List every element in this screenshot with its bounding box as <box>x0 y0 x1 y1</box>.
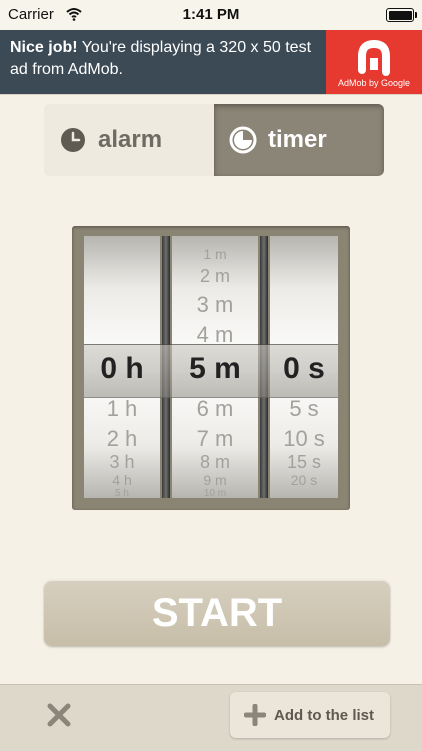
minutes-option[interactable]: 6 m <box>172 396 258 422</box>
minutes-option[interactable]: 3 m <box>172 292 258 318</box>
status-bar: Carrier 1:41 PM <box>0 0 422 30</box>
add-to-list-label: Add to the list <box>274 706 374 724</box>
start-button[interactable]: START <box>44 580 390 646</box>
minutes-option[interactable]: 10 m <box>172 488 258 498</box>
seconds-selected: 0 s <box>283 352 325 385</box>
plus-icon <box>243 703 267 727</box>
hours-option[interactable]: 3 h <box>84 452 160 473</box>
admob-logo-icon <box>358 39 390 76</box>
tab-timer-label: timer <box>268 126 327 153</box>
admob-logo-label: AdMob by Google <box>337 78 411 88</box>
wheel-divider <box>260 236 268 498</box>
timer-icon <box>228 125 258 155</box>
hours-option[interactable]: 5 h <box>84 488 160 498</box>
seconds-option[interactable]: 15 s <box>270 452 338 473</box>
hours-option[interactable]: 4 h <box>84 472 160 488</box>
ad-headline: Nice job! <box>10 39 78 56</box>
hours-option[interactable]: 2 h <box>84 426 160 452</box>
seconds-option[interactable]: 5 s <box>270 396 338 422</box>
hours-selected: 0 h <box>100 352 144 385</box>
close-icon[interactable] <box>46 702 72 728</box>
minutes-option[interactable]: 7 m <box>172 426 258 452</box>
tab-timer[interactable]: timer <box>214 104 384 176</box>
tab-alarm[interactable]: alarm <box>44 104 214 176</box>
admob-logo[interactable]: AdMob by Google <box>326 30 422 94</box>
add-to-list-button[interactable]: Add to the list <box>230 692 390 738</box>
minutes-option[interactable]: 9 m <box>172 472 258 488</box>
ad-banner[interactable]: Nice job! You're displaying a 320 x 50 t… <box>0 30 422 94</box>
duration-picker: 1 h 2 h 3 h 4 h 5 h 1 m 2 m 3 m 4 m 6 m … <box>72 226 350 510</box>
battery-icon <box>386 8 417 22</box>
ad-text: Nice job! You're displaying a 320 x 50 t… <box>10 37 328 81</box>
clock-icon <box>58 125 88 155</box>
minutes-option[interactable]: 2 m <box>172 266 258 287</box>
tab-alarm-label: alarm <box>98 126 163 153</box>
mode-segmented-control: alarm timer <box>44 104 384 176</box>
minutes-option[interactable]: 4 m <box>172 322 258 348</box>
seconds-option[interactable]: 10 s <box>270 426 338 452</box>
seconds-option[interactable]: 20 s <box>270 472 338 488</box>
wheel-divider <box>162 236 170 498</box>
minutes-selected: 5 m <box>189 352 241 385</box>
minutes-option[interactable]: 8 m <box>172 452 258 473</box>
status-time: 1:41 PM <box>182 6 240 23</box>
minutes-option[interactable]: 1 m <box>172 246 258 262</box>
hours-option[interactable]: 1 h <box>84 396 160 422</box>
